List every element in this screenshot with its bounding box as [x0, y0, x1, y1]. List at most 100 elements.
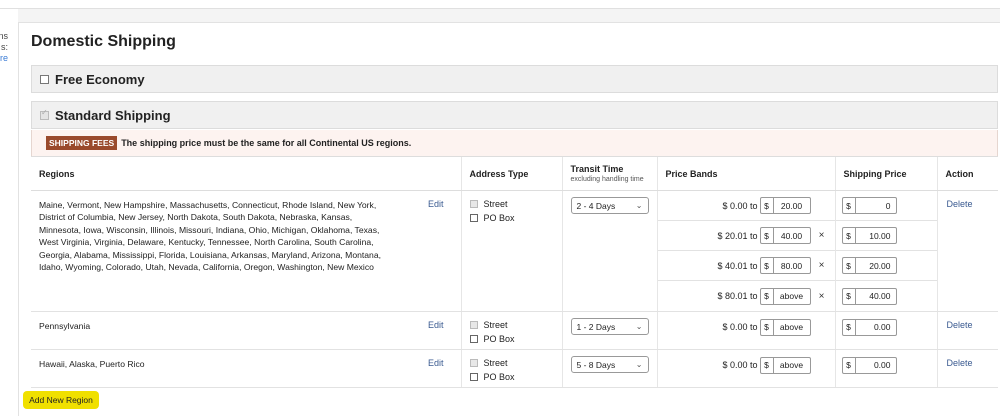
dollar-prefix: $ — [843, 228, 856, 243]
standard-shipping-label: Standard Shipping — [55, 107, 171, 123]
band-to-input[interactable]: $ above — [759, 318, 811, 336]
shipping-price-cell: $0.00 — [834, 349, 937, 388]
dollar-prefix: $ — [843, 258, 856, 273]
transit-time-select[interactable]: 5 - 8 Days ⌄ — [570, 356, 649, 373]
band-to-input[interactable]: $ above — [759, 287, 811, 305]
table-row: Hawaii, Alaska, Puerto Rico Edit Street … — [31, 349, 999, 388]
header-transit-sub: excluding handling time — [570, 176, 644, 183]
street-checkbox[interactable] — [469, 359, 478, 367]
left-sidebar-fragment: ns s: re — [0, 9, 18, 416]
transit-time-select[interactable]: 2 - 4 Days ⌄ — [570, 197, 649, 214]
free-economy-label: Free Economy — [55, 71, 145, 87]
shipping-price-input[interactable]: $20.00 — [841, 257, 897, 274]
sidebar-text-1: ns — [0, 31, 8, 41]
dollar-prefix: $ — [761, 228, 774, 243]
shipping-price-value: 20.00 — [869, 260, 891, 271]
edit-region-link[interactable]: Edit — [428, 358, 444, 368]
price-band-row: $ 20.01 to $40.00 × — [657, 221, 835, 251]
dollar-prefix: $ — [843, 198, 856, 213]
band-from: $ 0.00 to — [722, 322, 758, 332]
street-checkbox[interactable] — [469, 321, 478, 329]
remove-band-icon[interactable]: × — [815, 291, 829, 302]
dollar-prefix: $ — [761, 258, 774, 273]
shipping-price-input[interactable]: $10.00 — [841, 227, 897, 244]
dollar-prefix: $ — [761, 288, 774, 304]
shipping-price-value: 10.00 — [869, 230, 891, 241]
po-box-label: PO Box — [483, 213, 515, 223]
table-header-row: Regions Address Type Transit Time exclud… — [31, 156, 998, 191]
band-to-value: above — [779, 360, 804, 370]
regions-cell: Pennsylvania Edit — [31, 311, 461, 350]
chevron-down-icon: ⌄ — [635, 322, 643, 331]
shipping-fees-text: The shipping price must be the same for … — [121, 138, 412, 148]
band-to-input[interactable]: $ above — [759, 356, 811, 374]
street-label: Street — [483, 320, 508, 330]
band-to-input[interactable]: $40.00 — [759, 227, 811, 244]
edit-region-link[interactable]: Edit — [428, 320, 444, 330]
price-band-row: $ 0.00 to $ above — [658, 312, 835, 342]
price-band-row: $ 0.00 to $20.00 — [657, 191, 835, 221]
header-action: Action — [936, 156, 998, 191]
po-box-label: PO Box — [483, 372, 515, 382]
shipping-price-cell: $0 $10.00 $20.00 $40.00 — [834, 190, 937, 312]
band-to-value: above — [779, 322, 804, 332]
table-row: Pennsylvania Edit Street PO Box 1 - 2 Da… — [31, 311, 999, 350]
sidebar-text-2: s: — [0, 42, 8, 52]
standard-shipping-checkbox[interactable] — [40, 108, 49, 120]
address-type-cell: Street PO Box — [460, 190, 562, 312]
add-new-region-button[interactable]: Add New Region — [23, 391, 99, 409]
action-cell: Delete — [936, 311, 999, 350]
shipping-price-value: 0 — [885, 200, 891, 211]
action-cell: Delete — [936, 349, 999, 388]
shipping-price-value: 0.00 — [873, 360, 891, 370]
transit-value: 5 - 8 Days — [576, 359, 616, 370]
header-price-bands: Price Bands — [656, 156, 835, 191]
po-box-checkbox[interactable] — [469, 373, 478, 381]
free-economy-header[interactable]: Free Economy — [31, 65, 998, 93]
transit-cell: 2 - 4 Days ⌄ — [561, 190, 657, 312]
chevron-down-icon: ⌄ — [635, 360, 643, 369]
band-to-input[interactable]: $80.00 — [759, 257, 811, 274]
band-from: $ 20.01 to — [717, 230, 758, 241]
band-to-input[interactable]: $20.00 — [759, 197, 811, 214]
band-to-value: 80.00 — [780, 260, 803, 271]
shipping-price-value: 0.00 — [873, 322, 891, 332]
dollar-prefix: $ — [843, 319, 856, 335]
table-row: Maine, Vermont, New Hampshire, Massachus… — [31, 190, 999, 312]
address-type-cell: Street PO Box — [460, 311, 562, 350]
chevron-down-icon: ⌄ — [635, 201, 643, 210]
shipping-price-input[interactable]: $0.00 — [841, 318, 897, 336]
band-to-value: 20.00 — [780, 200, 803, 211]
transit-value: 2 - 4 Days — [576, 200, 616, 211]
shipping-price-input[interactable]: $0.00 — [841, 356, 897, 374]
po-box-label: PO Box — [483, 334, 515, 344]
regions-list: Hawaii, Alaska, Puerto Rico — [39, 359, 145, 369]
transit-cell: 1 - 2 Days ⌄ — [561, 311, 657, 350]
header-transit-time: Transit Time excluding handling time — [561, 156, 657, 191]
delete-region-link[interactable]: Delete — [938, 350, 999, 368]
po-box-checkbox[interactable] — [469, 335, 478, 343]
header-regions: Regions — [31, 156, 461, 191]
street-label: Street — [483, 199, 508, 209]
domestic-shipping-panel: Domestic Shipping Free Economy Standard … — [18, 22, 1000, 416]
price-bands-cell: $ 0.00 to $ above — [656, 349, 835, 388]
sidebar-link[interactable]: re — [0, 53, 8, 64]
page-title: Domestic Shipping — [31, 33, 176, 50]
shipping-price-input[interactable]: $0 — [841, 197, 897, 214]
regions-list: Maine, Vermont, New Hampshire, Massachus… — [39, 200, 382, 273]
free-economy-checkbox[interactable] — [40, 74, 49, 84]
standard-shipping-header[interactable]: Standard Shipping — [31, 101, 998, 129]
price-band-row: $ 80.01 to $ above × — [658, 281, 835, 311]
shipping-price-value: 40.00 — [869, 291, 891, 301]
po-box-checkbox[interactable] — [469, 214, 478, 222]
shipping-price-input[interactable]: $40.00 — [841, 287, 897, 305]
dollar-prefix: $ — [843, 288, 856, 304]
street-checkbox[interactable] — [469, 200, 478, 208]
delete-region-link[interactable]: Delete — [938, 312, 999, 330]
transit-time-select[interactable]: 1 - 2 Days ⌄ — [570, 318, 649, 335]
delete-region-link[interactable]: Delete — [938, 191, 999, 209]
edit-region-link[interactable]: Edit — [428, 199, 444, 209]
remove-band-icon[interactable]: × — [815, 230, 829, 241]
price-bands-cell: $ 0.00 to $20.00 $ 20.01 to $40.00 × $ 4… — [656, 190, 835, 312]
remove-band-icon[interactable]: × — [815, 260, 829, 271]
